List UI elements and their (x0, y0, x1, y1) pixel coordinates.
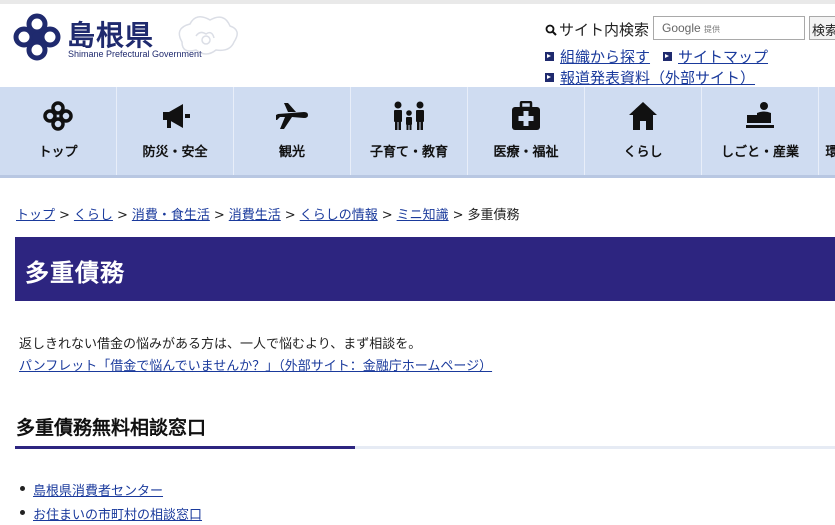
breadcrumb-current: 多重債務 (467, 208, 520, 223)
logo-title: 島根県 (67, 19, 155, 52)
bullet-icon (20, 486, 25, 491)
sitemap-link-label: サイトマップ (678, 48, 769, 66)
nature-icon (819, 100, 835, 132)
breadcrumb-separator: > (59, 208, 70, 223)
search-input[interactable]: Google 提供 (653, 16, 805, 40)
family-icon (392, 100, 426, 132)
site-logo[interactable]: 島根県 Shimane Prefectural Government (12, 12, 252, 70)
nav-item-safety[interactable]: 防災・安全 (117, 87, 234, 175)
site-search: サイト内検索 Google 提供 検索 (545, 16, 835, 42)
nav-label-environment: 環 (825, 145, 835, 160)
section-heading: 多重債務無料相談窓口 (16, 417, 207, 439)
page-title-band: 多重債務 (15, 237, 835, 301)
nav-item-medical[interactable]: 医療・福祉 (468, 87, 585, 175)
breadcrumb: トップ > くらし > 消費・食生活 > 消費生活 > くらしの情報 > ミニ知識 > 多重債務 (16, 204, 520, 223)
nav-item-living[interactable]: くらし (585, 87, 702, 175)
search-label-text: サイト内検索 (559, 21, 650, 39)
press-release-link[interactable]: 報道発表資料（外部サイト） (545, 67, 755, 88)
breadcrumb-link-consumer-life[interactable]: 消費生活 (229, 208, 281, 223)
breadcrumb-link-living[interactable]: くらし (74, 208, 113, 223)
nav-item-work[interactable]: しごと・産業 (702, 87, 819, 175)
section-heading-rule (15, 446, 835, 449)
search-label: サイト内検索 (545, 19, 649, 40)
breadcrumb-separator: > (213, 208, 225, 223)
nav-item-childcare[interactable]: 子育て・教育 (351, 87, 468, 175)
airplane-icon (275, 100, 309, 132)
site-header: 島根県 Shimane Prefectural Government サイト内検… (0, 4, 835, 87)
pamphlet-link[interactable]: パンフレット「借金で悩んでいませんか？」（外部サイト：金融庁ホームページ） (19, 355, 492, 374)
nav-label-safety: 防災・安全 (142, 145, 208, 160)
nav-label-living: くらし (623, 145, 663, 160)
breadcrumb-separator: > (284, 208, 296, 223)
search-brand-sub: 提供 (704, 25, 720, 34)
breadcrumb-separator: > (381, 208, 393, 223)
nav-label-work: しごと・産業 (720, 145, 799, 160)
megaphone-icon (158, 100, 192, 132)
municipal-consultation-link[interactable]: お住まいの市町村の相談窓口 (33, 504, 202, 523)
arrow-square-icon (663, 52, 672, 61)
breadcrumb-link-living-info[interactable]: くらしの情報 (300, 208, 378, 223)
breadcrumb-separator: > (452, 208, 464, 223)
house-icon (626, 100, 660, 132)
consumer-center-link[interactable]: 島根県消費者センター (33, 480, 163, 499)
breadcrumb-separator: > (116, 208, 128, 223)
page-title: 多重債務 (25, 259, 125, 287)
arrow-square-icon (545, 73, 554, 82)
intro-text: 返しきれない借金の悩みがある方は、一人で悩むより、まず相談を。 (19, 337, 422, 352)
worker-icon (743, 100, 777, 132)
sitemap-link[interactable]: サイトマップ (663, 46, 768, 67)
section-heading-rule-accent (15, 446, 355, 449)
nav-label-tourism: 観光 (278, 145, 305, 160)
nav-label-childcare: 子育て・教育 (369, 145, 448, 160)
cloud-pattern-icon (178, 16, 238, 55)
nav-label-medical: 医療・福祉 (493, 145, 559, 160)
prefecture-emblem-icon (13, 13, 61, 61)
global-nav: トップ 防災・安全 観光 子育て・教育 医療・福祉 くらし しごと・産業 環 (0, 87, 835, 178)
press-release-link-label: 報道発表資料（外部サイト） (560, 69, 756, 87)
organization-link-label: 組織から探す (560, 48, 651, 66)
nav-item-top[interactable]: トップ (0, 87, 117, 175)
search-icon (545, 24, 557, 36)
breadcrumb-link-mini-knowledge[interactable]: ミニ知識 (397, 208, 449, 223)
nav-item-tourism[interactable]: 観光 (234, 87, 351, 175)
search-button[interactable]: 検索 (809, 16, 835, 40)
bullet-icon (20, 510, 25, 515)
nav-item-environment[interactable]: 環 (819, 87, 835, 175)
breadcrumb-link-top[interactable]: トップ (16, 208, 55, 223)
organization-link[interactable]: 組織から探す (545, 46, 650, 67)
search-brand: Google (662, 21, 701, 35)
nav-label-top: トップ (38, 145, 78, 160)
breadcrumb-link-consumption-food[interactable]: 消費・食生活 (132, 208, 210, 223)
arrow-square-icon (545, 52, 554, 61)
home-logo-icon (41, 100, 75, 132)
medical-kit-icon (509, 100, 543, 132)
